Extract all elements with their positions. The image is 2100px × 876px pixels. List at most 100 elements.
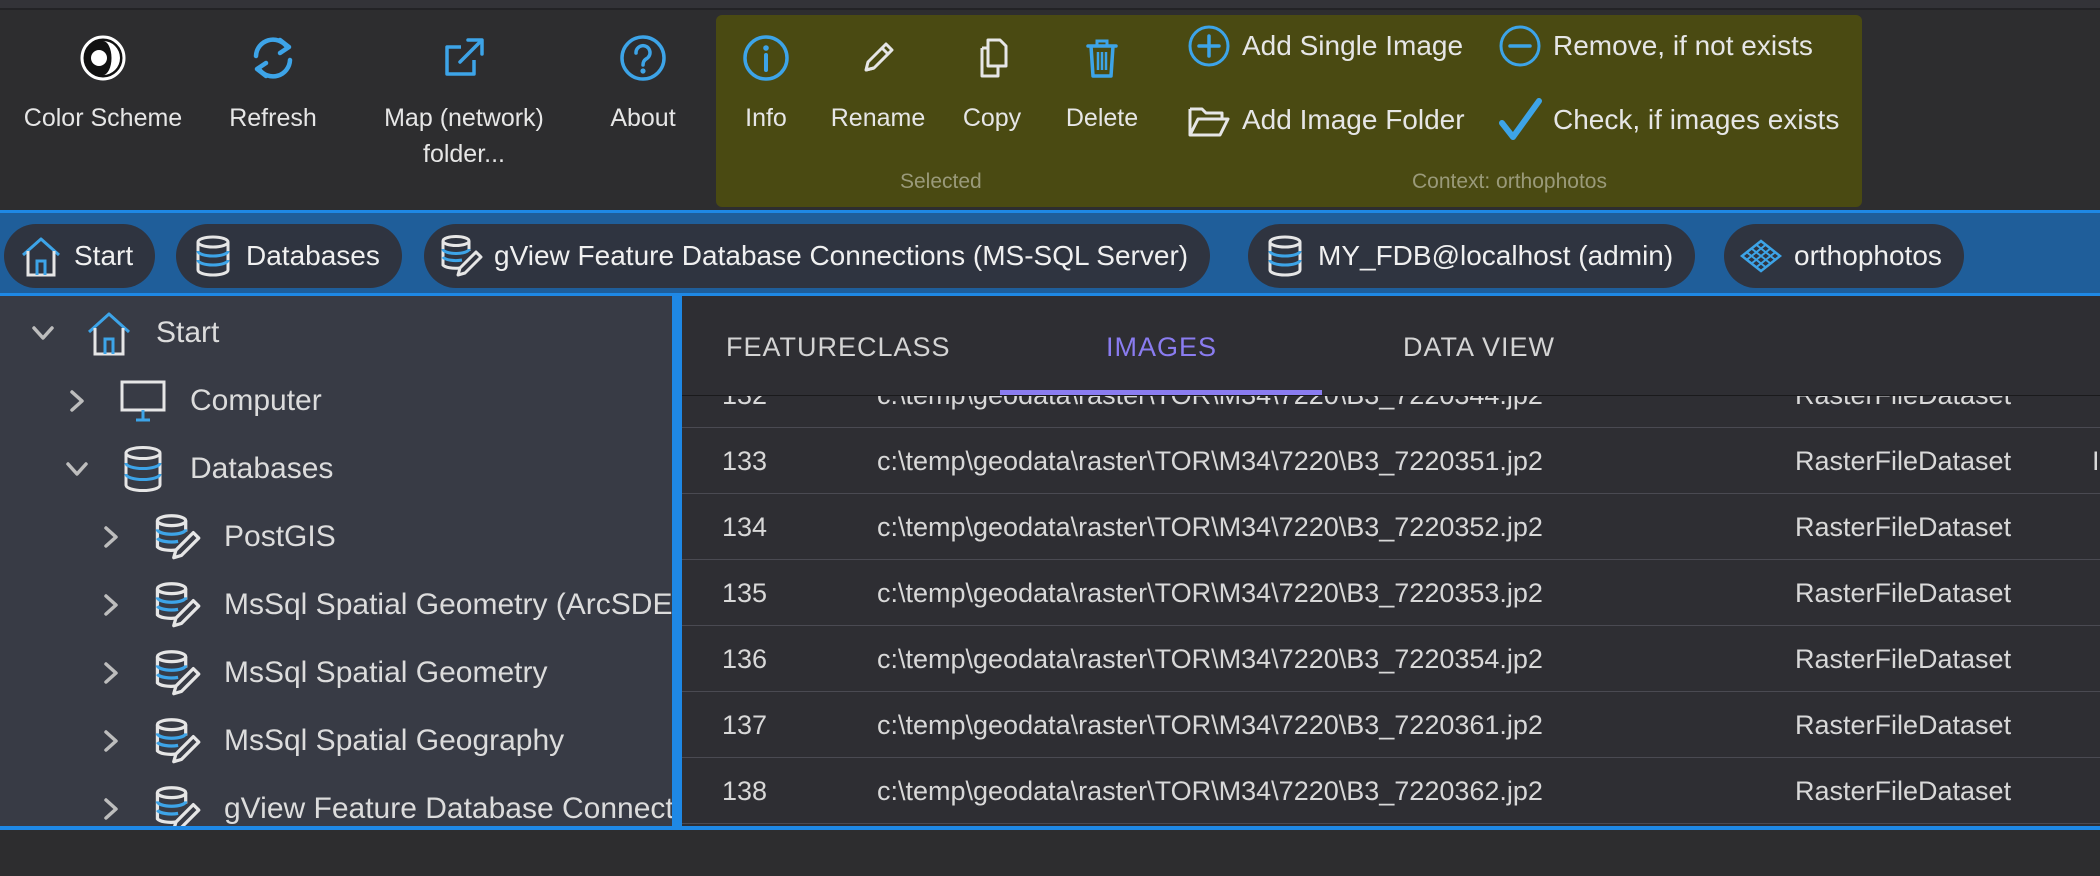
info-button[interactable]: Info	[730, 32, 802, 136]
table-row[interactable]: 137 c:\temp\geodata\raster\TOR\M34\7220\…	[682, 692, 2100, 758]
table-row[interactable]: 135 c:\temp\geodata\raster\TOR\M34\7220\…	[682, 560, 2100, 626]
table-row[interactable]: 133 c:\temp\geodata\raster\TOR\M34\7220\…	[682, 428, 2100, 494]
refresh-label: Refresh	[229, 104, 317, 132]
selection-ribbon-group: Info Rename Copy Delete Add Single Image…	[716, 15, 1862, 207]
help-icon	[620, 35, 666, 81]
cell-type: RasterFileDataset	[1795, 446, 2012, 476]
cell-type: RasterFileDataset	[1795, 396, 2011, 411]
add-circle-icon	[1188, 25, 1230, 67]
cell-id: 138	[722, 776, 768, 806]
chevron-down-icon[interactable]	[28, 318, 58, 348]
remove-if-not-exists-button[interactable]: Remove, if not exists	[1497, 23, 1813, 69]
breadcrumb-label: MY_FDB@localhost (admin)	[1318, 240, 1674, 271]
color-scheme-button[interactable]: Color Scheme	[14, 32, 192, 136]
cell-id: 132	[722, 396, 767, 411]
map-folder-label-line2: folder...	[423, 140, 505, 168]
chevron-right-icon[interactable]	[96, 522, 126, 552]
tab-bar: FEATURECLASS IMAGES DATA VIEW	[682, 296, 2100, 396]
database-edit-icon	[155, 718, 201, 764]
home-icon	[87, 312, 131, 356]
chevron-right-icon[interactable]	[96, 590, 126, 620]
breadcrumb: Start Databases gView Feature Database C…	[0, 210, 2100, 296]
tree-node-mssql-geography[interactable]: MsSql Spatial Geography	[96, 711, 564, 771]
raster-grid-icon	[1739, 239, 1783, 273]
tree-node-mssql-geometry[interactable]: MsSql Spatial Geometry	[96, 643, 547, 703]
tree-node-mssql-arcsde[interactable]: MsSql Spatial Geometry (ArcSDE)	[96, 575, 672, 635]
refresh-icon	[253, 37, 293, 79]
chevron-right-icon[interactable]	[96, 726, 126, 756]
tree-node-gview-connections[interactable]: gView Feature Database Connections (MS-S…	[96, 779, 672, 828]
tree-node-label: PostGIS	[224, 520, 336, 553]
check-if-images-exists-button[interactable]: Check, if images exists	[1497, 97, 1839, 143]
tab-images[interactable]: IMAGES	[1106, 332, 1217, 363]
breadcrumb-item-databases[interactable]: Databases	[176, 224, 402, 288]
panel-splitter[interactable]	[672, 296, 682, 828]
delete-button[interactable]: Delete	[1062, 32, 1142, 136]
table-row[interactable]: 138 c:\temp\geodata\raster\TOR\M34\7220\…	[682, 758, 2100, 824]
color-scheme-icon	[80, 35, 126, 81]
breadcrumb-label: Databases	[246, 240, 380, 271]
remove-if-not-exists-label: Remove, if not exists	[1553, 30, 1813, 61]
cell-type: RasterFileDataset	[1795, 776, 2012, 806]
cell-id: 134	[722, 512, 768, 542]
breadcrumb-item-start[interactable]: Start	[4, 224, 156, 288]
check-if-images-exists-label: Check, if images exists	[1553, 104, 1840, 135]
about-label: About	[610, 104, 676, 132]
tree-node-label: Databases	[190, 452, 334, 485]
map-network-folder-button[interactable]: Map (network) folder...	[370, 32, 558, 172]
copy-icon	[980, 38, 1008, 78]
tree-node-computer[interactable]: Computer	[62, 371, 322, 431]
tree-node-label: MsSql Spatial Geometry (ArcSDE)	[224, 588, 672, 621]
tree-node-postgis[interactable]: PostGIS	[96, 507, 336, 567]
table-row[interactable]: 132 c:\temp\geodata\raster\TOR\M34\7220\…	[682, 396, 2100, 428]
pencil-icon	[864, 42, 894, 72]
cell-path: c:\temp\geodata\raster\TOR\M34\7220\B3_7…	[877, 578, 1543, 608]
checkmark-icon	[1499, 98, 1542, 140]
map-folder-label-line1: Map (network)	[384, 104, 544, 132]
cell-type: RasterFileDataset	[1795, 578, 2012, 608]
add-image-folder-button[interactable]: Add Image Folder	[1186, 97, 1465, 143]
chevron-right-icon[interactable]	[96, 794, 126, 824]
refresh-button[interactable]: Refresh	[216, 32, 330, 136]
table-row[interactable]: 134 c:\temp\geodata\raster\TOR\M34\7220\…	[682, 494, 2100, 560]
breadcrumb-label: Start	[74, 240, 134, 271]
tab-featureclass[interactable]: FEATURECLASS	[726, 332, 951, 363]
cell-type: RasterFileDataset	[1795, 644, 2012, 674]
trash-icon	[1086, 39, 1118, 78]
database-icon	[196, 235, 230, 277]
tree-node-databases[interactable]: Databases	[62, 439, 333, 499]
chevron-right-icon[interactable]	[96, 658, 126, 688]
cell-path: c:\temp\geodata\raster\TOR\M34\7220\B3_7…	[877, 396, 1543, 411]
about-button[interactable]: About	[598, 32, 688, 136]
breadcrumb-label: orthophotos	[1794, 240, 1942, 271]
chevron-right-icon[interactable]	[62, 386, 92, 416]
title-strip	[0, 0, 2100, 10]
database-edit-icon	[155, 650, 201, 696]
tree-node-label: gView Feature Database Connections (MS-S…	[224, 792, 672, 825]
breadcrumb-item-my-fdb[interactable]: MY_FDB@localhost (admin)	[1248, 224, 1696, 288]
table-row[interactable]: 136 c:\temp\geodata\raster\TOR\M34\7220\…	[682, 626, 2100, 692]
add-single-image-button[interactable]: Add Single Image	[1186, 23, 1463, 69]
remove-circle-icon	[1499, 25, 1541, 67]
chevron-down-icon[interactable]	[62, 454, 92, 484]
home-icon	[22, 237, 60, 277]
breadcrumb-item-orthophotos[interactable]: orthophotos	[1724, 224, 1964, 288]
cell-path: c:\temp\geodata\raster\TOR\M34\7220\B3_7…	[877, 512, 1543, 542]
breadcrumb-item-gview-connections[interactable]: gView Feature Database Connections (MS-S…	[424, 224, 1211, 288]
info-icon	[743, 35, 789, 81]
color-scheme-label: Color Scheme	[23, 104, 183, 132]
folder-open-icon	[1188, 107, 1230, 137]
tree-node-label: MsSql Spatial Geography	[224, 724, 565, 757]
delete-label: Delete	[1065, 104, 1139, 132]
tree-node-label: Computer	[190, 384, 322, 417]
cell-id: 135	[722, 578, 768, 608]
tree-node-label: MsSql Spatial Geometry	[224, 656, 548, 689]
copy-button[interactable]: Copy	[956, 32, 1028, 136]
rename-button[interactable]: Rename	[826, 32, 930, 136]
database-edit-icon	[155, 514, 201, 560]
external-link-icon	[445, 38, 484, 76]
tree-node-start[interactable]: Start	[28, 303, 219, 363]
tab-data-view[interactable]: DATA VIEW	[1403, 332, 1555, 363]
app-window: Color Scheme Refresh Map (network) folde…	[0, 0, 2100, 876]
monitor-icon	[120, 380, 166, 422]
